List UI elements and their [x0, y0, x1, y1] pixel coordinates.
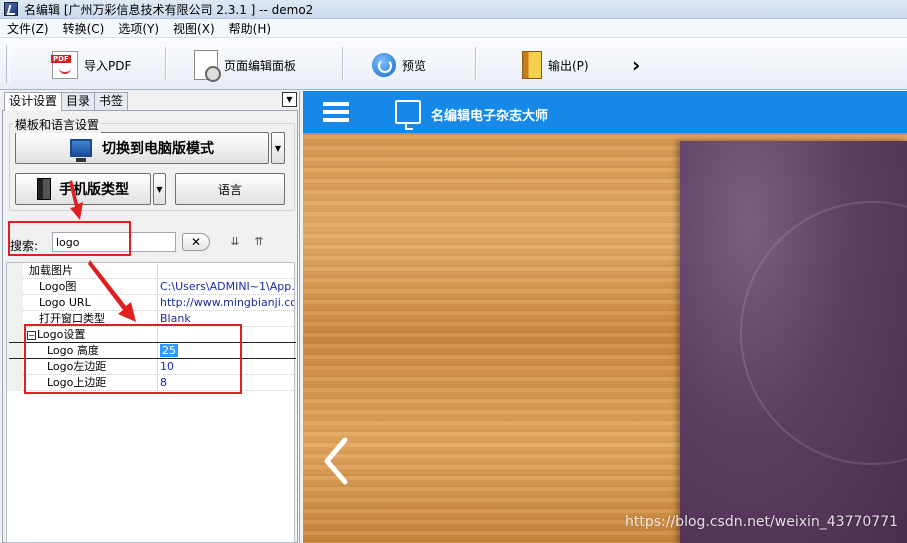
property-value[interactable]: http://www.mingbianji.com	[158, 295, 294, 310]
window-title: 名编辑 [广州万彩信息技术有限公司 2.3.1 ] -- demo2	[24, 2, 314, 17]
toolbar-more-button[interactable]: ›	[632, 45, 640, 85]
hamburger-menu-icon[interactable]	[323, 102, 349, 122]
annotation-arrow-icon	[88, 260, 136, 322]
toolbar: 导入PDF 页面编辑面板 预览 输出(P) ›	[0, 38, 907, 90]
property-row[interactable]: Logo图 C:\Users\ADMINI~1\App...	[7, 279, 294, 295]
switch-pc-mode-label: 切换到电脑版模式	[102, 141, 214, 157]
book-preview: 名编辑电子杂志大师 https://blog.csdn.net/weixin_4…	[303, 91, 907, 543]
book-page[interactable]	[680, 141, 907, 543]
watermark: https://blog.csdn.net/weixin_43770771	[625, 514, 899, 530]
output-button[interactable]: 输出(P)	[522, 45, 589, 85]
toolbar-separator	[342, 47, 344, 81]
property-grid: 加载图片 Logo图 C:\Users\ADMINI~1\App... Logo…	[6, 262, 296, 543]
output-icon	[522, 51, 542, 79]
switch-mode-dropdown[interactable]: ▼	[271, 132, 285, 164]
expand-down-icon[interactable]: ⇊	[226, 234, 244, 250]
app-icon	[4, 2, 18, 16]
template-language-group-label: 模板和语言设置	[13, 116, 102, 133]
left-tabs: 设计设置 目录 书签	[4, 92, 129, 111]
import-pdf-button[interactable]: 导入PDF	[51, 45, 132, 85]
clear-search-button[interactable]: ✕	[182, 233, 210, 251]
preview-button[interactable]: 预览	[372, 45, 426, 85]
property-value[interactable]: C:\Users\ADMINI~1\App...	[158, 279, 294, 294]
switch-pc-mode-button[interactable]: 切换到电脑版模式	[15, 132, 269, 164]
annotation-box-logo-settings	[24, 324, 242, 394]
menu-options[interactable]: 选项(Y)	[111, 20, 166, 37]
tab-bookmarks[interactable]: 书签	[94, 92, 129, 110]
annotation-box-search	[8, 221, 131, 256]
property-row[interactable]: Logo URL http://www.mingbianji.com	[7, 295, 294, 311]
left-panel: 设计设置 目录 书签 ▼ 模板和语言设置 切换到电脑版模式 ▼ 手机版类型 ▼ …	[0, 91, 300, 543]
toolbar-separator	[475, 47, 477, 81]
tab-design-settings[interactable]: 设计设置	[4, 92, 63, 111]
page-editor-button[interactable]: 页面编辑面板	[194, 45, 296, 85]
toolbar-separator	[165, 47, 167, 81]
pdf-icon	[51, 51, 78, 79]
menu-view[interactable]: 视图(X)	[166, 20, 222, 37]
output-label: 输出(P)	[548, 58, 589, 73]
preview-label: 预览	[402, 58, 427, 73]
book-icon	[37, 178, 51, 200]
panel-dropdown-button[interactable]: ▼	[282, 92, 297, 107]
brand-name: 名编辑电子杂志大师	[431, 109, 549, 124]
menu-convert[interactable]: 转换(C)	[56, 20, 112, 37]
menu-bar: 文件(Z) 转换(C) 选项(Y) 视图(X) 帮助(H)	[0, 19, 907, 38]
annotation-arrow-icon	[69, 180, 83, 220]
title-bar: 名编辑 [广州万彩信息技术有限公司 2.3.1 ] -- demo2	[0, 0, 907, 19]
page-settings-icon	[194, 50, 221, 82]
menu-file[interactable]: 文件(Z)	[0, 20, 56, 37]
preview-header: 名编辑电子杂志大师	[303, 91, 907, 133]
refresh-preview-icon	[372, 53, 396, 77]
language-button[interactable]: 语言	[175, 173, 285, 205]
brand-logo-icon[interactable]	[395, 100, 421, 130]
category-load-image[interactable]: 加载图片	[7, 263, 294, 279]
collapse-up-icon[interactable]: ⇈	[250, 234, 268, 250]
import-pdf-label: 导入PDF	[84, 58, 132, 73]
tab-toc[interactable]: 目录	[61, 92, 96, 110]
monitor-icon	[70, 139, 92, 162]
chevron-left-icon[interactable]	[321, 436, 351, 486]
mobile-type-dropdown[interactable]: ▼	[153, 173, 166, 205]
page-editor-label: 页面编辑面板	[224, 58, 297, 73]
menu-help[interactable]: 帮助(H)	[222, 20, 278, 37]
